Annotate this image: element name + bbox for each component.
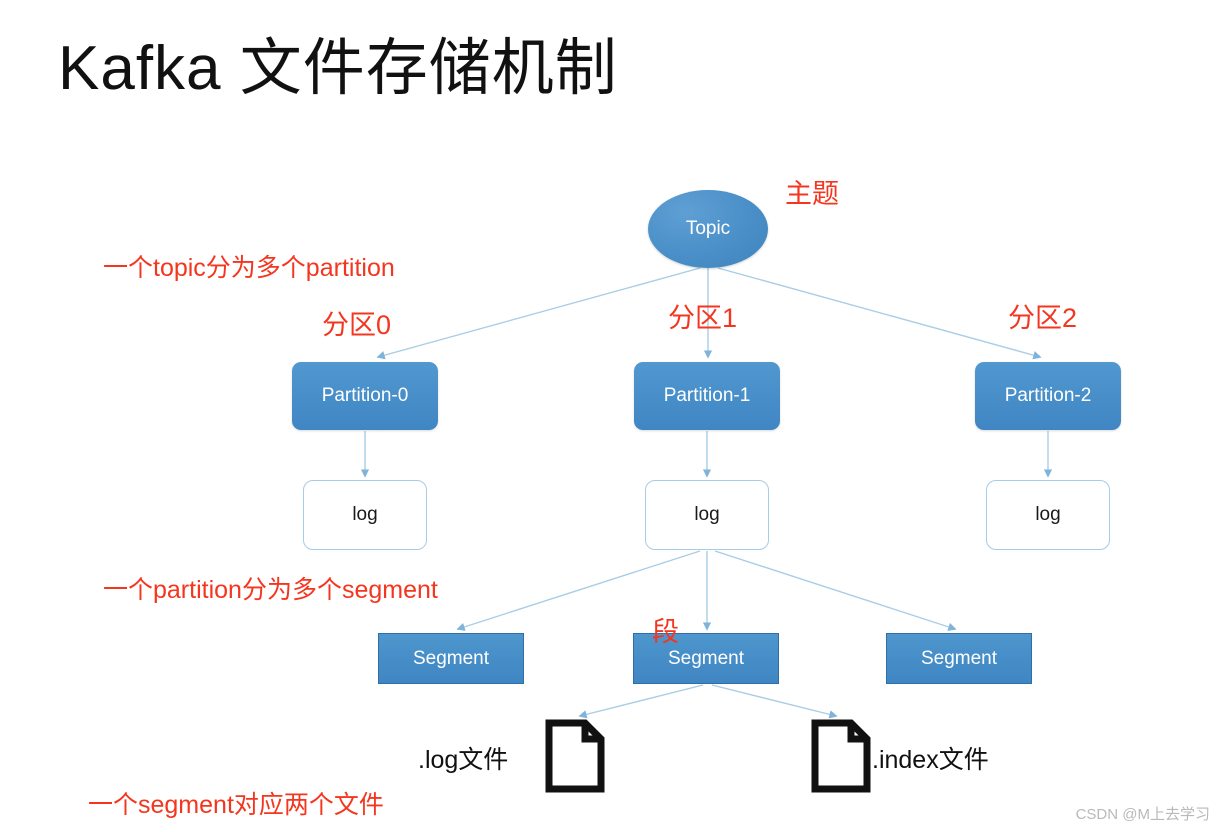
node-log-0[interactable]: log [303, 480, 427, 550]
document-icon [545, 719, 605, 793]
node-log-2-label: log [1035, 504, 1061, 525]
annotation-file-note: 一个segment对应两个文件 [88, 791, 384, 819]
file-label-log: .log文件 [418, 746, 509, 774]
node-partition-2-label: Partition-2 [1004, 385, 1092, 406]
node-partition-1[interactable]: Partition-1 [634, 362, 780, 430]
document-icon [811, 719, 871, 793]
edge-topic-partition-0 [376, 267, 701, 360]
node-log-1[interactable]: log [645, 480, 769, 550]
node-log-2[interactable]: log [986, 480, 1110, 550]
annotation-partition-note: 一个topic分为多个partition [103, 254, 395, 282]
node-topic[interactable]: Topic [648, 190, 768, 268]
file-label-index: .index文件 [872, 746, 989, 774]
csdn-watermark: CSDN @M上去学习 [1075, 806, 1210, 823]
annotation-segment-label: 段 [652, 617, 679, 647]
node-segment-2[interactable]: Segment [886, 633, 1032, 684]
page-title: Kafka 文件存储机制 [58, 34, 618, 103]
node-segment-0[interactable]: Segment [378, 633, 524, 684]
edge-log-1-segment-2 [714, 550, 957, 631]
node-segment-1-label: Segment [667, 647, 745, 669]
node-segment-2-label: Segment [920, 647, 998, 669]
node-partition-2[interactable]: Partition-2 [975, 362, 1121, 430]
node-partition-0-label: Partition-0 [321, 385, 409, 406]
edge-segment-1-index-file [711, 684, 838, 719]
node-segment-0-label: Segment [412, 647, 490, 669]
annotation-partition-label-2: 分区2 [1008, 303, 1078, 333]
annotation-segment-note: 一个partition分为多个segment [103, 576, 438, 604]
annotation-partition-label-1: 分区1 [668, 303, 738, 333]
annotation-topic-note: 主题 [785, 179, 839, 209]
edge-topic-partition-2 [717, 267, 1042, 360]
annotation-partition-label-0: 分区0 [322, 310, 392, 340]
diagram-canvas: Kafka 文件存储机制 Topic 主题 一个topic分为多个partiti… [0, 0, 1228, 832]
edge-segment-1-log-file [578, 684, 704, 719]
node-topic-label: Topic [685, 218, 731, 239]
node-log-0-label: log [352, 504, 378, 525]
node-log-1-label: log [694, 504, 720, 525]
node-partition-1-label: Partition-1 [663, 385, 751, 406]
node-partition-0[interactable]: Partition-0 [292, 362, 438, 430]
